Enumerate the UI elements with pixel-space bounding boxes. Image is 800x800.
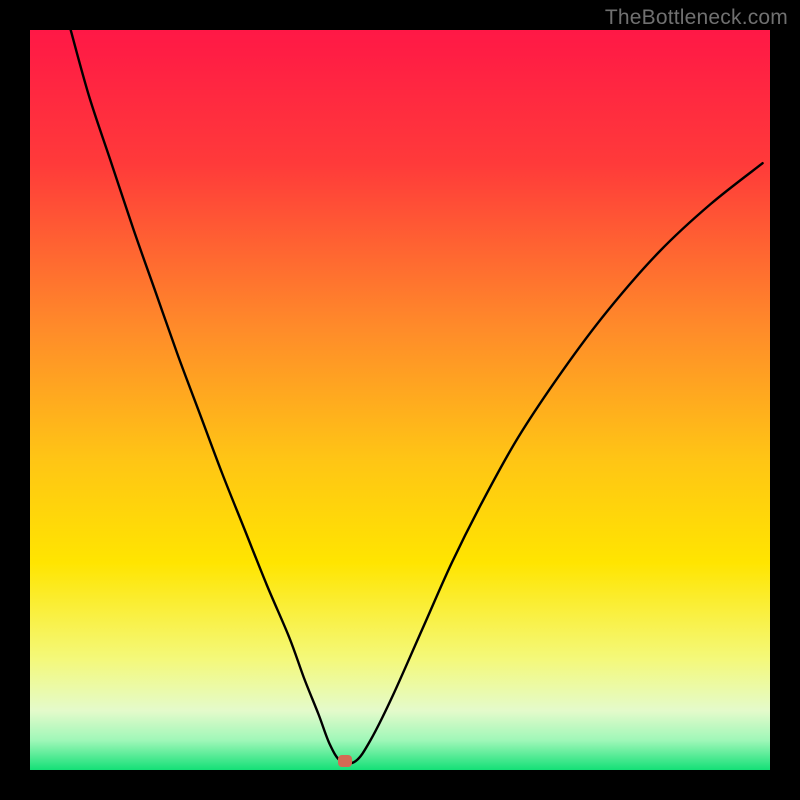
bottleneck-curve xyxy=(71,30,763,764)
plot-area xyxy=(30,30,770,770)
curve-layer xyxy=(30,30,770,770)
watermark-text: TheBottleneck.com xyxy=(605,6,788,30)
chart-frame: TheBottleneck.com xyxy=(0,0,800,800)
optimum-marker xyxy=(338,755,352,767)
